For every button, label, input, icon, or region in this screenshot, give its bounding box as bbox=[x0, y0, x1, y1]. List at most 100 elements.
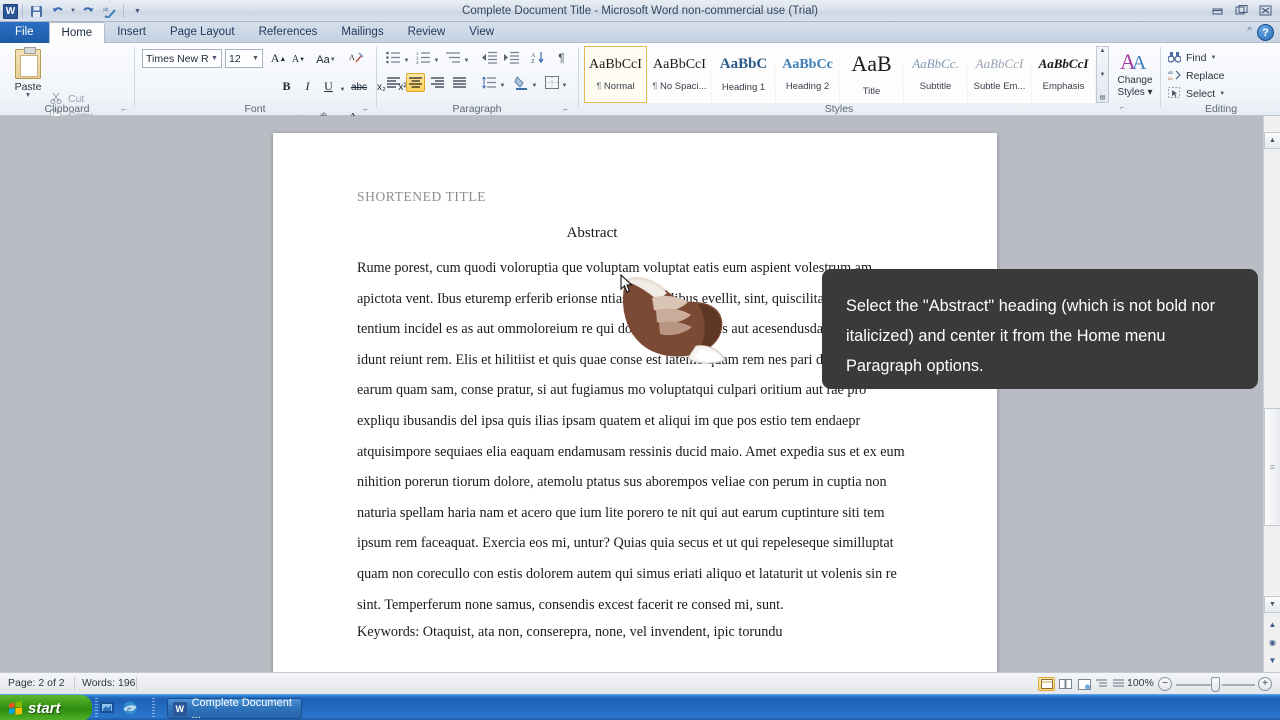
change-styles-button[interactable]: AA Change Styles ▾ bbox=[1112, 49, 1158, 98]
quicklaunch-grip-right[interactable] bbox=[152, 698, 155, 718]
vertical-scrollbar[interactable]: ▲ ▼ ▲ ◉ ▼ bbox=[1263, 116, 1280, 672]
collapse-ribbon-icon[interactable]: ^ bbox=[1247, 26, 1252, 37]
paste-button[interactable]: Paste ▼ bbox=[8, 47, 48, 103]
select-browse-object-button[interactable]: ◉ bbox=[1264, 634, 1280, 651]
next-page-button[interactable]: ▼ bbox=[1264, 652, 1280, 669]
style-heading-2[interactable]: AaBbCc Heading 2 bbox=[776, 46, 839, 103]
zoom-out-button[interactable]: − bbox=[1158, 677, 1172, 691]
style-title[interactable]: AaB Title bbox=[840, 46, 903, 103]
tab-page-layout[interactable]: Page Layout bbox=[158, 22, 247, 43]
tab-mailings[interactable]: Mailings bbox=[329, 22, 395, 43]
tab-references[interactable]: References bbox=[247, 22, 330, 43]
clear-formatting-button[interactable]: A bbox=[346, 48, 366, 69]
strikethrough-button[interactable]: abc bbox=[348, 77, 370, 98]
decrease-indent-button[interactable] bbox=[480, 48, 499, 67]
clipboard-dialog-launcher-icon[interactable]: ⌐ bbox=[121, 105, 126, 114]
paragraph-dialog-launcher-icon[interactable]: ⌐ bbox=[563, 105, 568, 114]
close-button[interactable] bbox=[1254, 2, 1276, 19]
start-button[interactable]: start bbox=[0, 695, 92, 720]
style-no-spacing[interactable]: AaBbCcI ¶ No Spaci... bbox=[648, 46, 711, 103]
abstract-heading[interactable]: Abstract bbox=[273, 225, 997, 242]
borders-chevron-down-icon[interactable]: ▼ bbox=[560, 76, 569, 95]
bullets-chevron-down-icon[interactable]: ▼ bbox=[402, 51, 411, 70]
paste-caret-icon[interactable]: ▼ bbox=[25, 92, 32, 99]
bold-button[interactable]: B bbox=[277, 76, 296, 97]
zoom-level-label[interactable]: 100% bbox=[1127, 677, 1154, 689]
styles-more-icon[interactable]: ▤ bbox=[1100, 95, 1106, 101]
style-emphasis[interactable]: AaBbCcI Emphasis bbox=[1032, 46, 1095, 103]
internet-explorer-icon[interactable]: e bbox=[122, 700, 138, 716]
view-outline-button[interactable] bbox=[1093, 677, 1110, 691]
tab-file[interactable]: File bbox=[0, 22, 49, 43]
change-case-button[interactable]: Aa ▼ bbox=[314, 49, 338, 70]
italic-button[interactable]: I bbox=[299, 76, 316, 97]
show-desktop-icon[interactable] bbox=[99, 700, 115, 716]
scrollbar-thumb[interactable] bbox=[1264, 408, 1280, 526]
styles-scroll-up-icon[interactable]: ▲ bbox=[1100, 48, 1106, 54]
align-center-button[interactable] bbox=[406, 73, 425, 92]
grow-font-button[interactable]: A ▲ bbox=[269, 48, 288, 69]
tab-view[interactable]: View bbox=[457, 22, 506, 43]
styles-dialog-launcher-icon[interactable]: ⌐ bbox=[1120, 103, 1125, 113]
zoom-slider-handle[interactable] bbox=[1211, 677, 1220, 692]
replace-button[interactable]: ab ac Replace bbox=[1168, 69, 1225, 83]
multilevel-chevron-down-icon[interactable]: ▼ bbox=[462, 51, 471, 70]
find-button[interactable]: Find ▼ bbox=[1167, 51, 1216, 65]
view-print-layout-button[interactable] bbox=[1038, 677, 1055, 691]
line-spacing-button[interactable] bbox=[480, 73, 499, 92]
style-normal[interactable]: AaBbCcI ¶ Normal bbox=[584, 46, 647, 103]
scroll-down-button[interactable]: ▼ bbox=[1264, 596, 1280, 613]
font-size-chevron-down-icon[interactable]: ▼ bbox=[249, 55, 262, 62]
numbering-chevron-down-icon[interactable]: ▼ bbox=[432, 51, 441, 70]
minimize-button[interactable] bbox=[1206, 2, 1228, 19]
styles-gallery-scrollbar[interactable]: ▲ ▼ ▤ bbox=[1096, 46, 1109, 103]
shading-button[interactable] bbox=[512, 73, 531, 92]
font-name-input[interactable]: Times New Rom ▼ bbox=[142, 49, 222, 68]
numbering-button[interactable]: 123 bbox=[414, 48, 433, 67]
help-icon[interactable]: ? bbox=[1257, 24, 1274, 41]
increase-indent-button[interactable] bbox=[502, 48, 521, 67]
quicklaunch-grip-left[interactable] bbox=[95, 698, 98, 718]
font-size-input[interactable]: 12 ▼ bbox=[225, 49, 263, 68]
view-web-layout-button[interactable] bbox=[1076, 677, 1093, 691]
font-name-chevron-down-icon[interactable]: ▼ bbox=[208, 55, 221, 62]
select-button[interactable]: Select ▼ bbox=[1168, 87, 1225, 101]
shrink-font-button[interactable]: A ▼ bbox=[290, 49, 307, 70]
styles-scroll-down-icon[interactable]: ▼ bbox=[1100, 72, 1106, 78]
taskbar-item-word[interactable]: W Complete Document ... bbox=[167, 697, 302, 720]
shading-chevron-down-icon[interactable]: ▼ bbox=[530, 76, 539, 95]
style-subtitle[interactable]: AaBbCc. Subtitle bbox=[904, 46, 967, 103]
body-line: ipsum rem faceaquat. Exercia eos mi, unt… bbox=[357, 535, 894, 552]
line-spacing-chevron-down-icon[interactable]: ▼ bbox=[498, 76, 507, 95]
ribbon-group-font: Times New Rom ▼ 12 ▼ A▲ A▼ Aa▼ A B I U ▼… bbox=[136, 43, 407, 116]
scroll-up-button[interactable]: ▲ bbox=[1264, 132, 1280, 149]
underline-chevron-down-icon[interactable]: ▼ bbox=[338, 79, 347, 100]
style-subtle-emphasis[interactable]: AaBbCcI Subtle Em... bbox=[968, 46, 1031, 103]
zoom-slider-track-right[interactable] bbox=[1222, 684, 1255, 686]
underline-button[interactable]: U bbox=[319, 76, 338, 97]
document-page[interactable]: SHORTENED TITLE Abstract Rume porest, cu… bbox=[273, 133, 997, 672]
justify-button[interactable] bbox=[450, 73, 469, 92]
page-indicator[interactable]: Page: 2 of 2 bbox=[8, 677, 65, 689]
multilevel-list-button[interactable] bbox=[444, 48, 463, 67]
bullets-button[interactable] bbox=[384, 48, 403, 67]
view-full-screen-reading-button[interactable] bbox=[1057, 677, 1074, 691]
align-left-button[interactable] bbox=[384, 73, 403, 92]
zoom-slider-track-left[interactable] bbox=[1176, 684, 1212, 686]
sort-button[interactable]: AZ bbox=[528, 48, 547, 67]
find-chevron-down-icon[interactable]: ▼ bbox=[1210, 55, 1216, 61]
tab-insert[interactable]: Insert bbox=[105, 22, 158, 43]
previous-page-button[interactable]: ▲ bbox=[1264, 616, 1280, 633]
document-canvas[interactable]: SHORTENED TITLE Abstract Rume porest, cu… bbox=[0, 116, 1280, 672]
borders-button[interactable] bbox=[542, 73, 561, 92]
word-count[interactable]: Words: 196 bbox=[82, 677, 136, 689]
style-heading-1[interactable]: AaBbC Heading 1 bbox=[712, 46, 775, 103]
select-chevron-down-icon[interactable]: ▼ bbox=[1219, 91, 1225, 97]
zoom-in-button[interactable]: + bbox=[1258, 677, 1272, 691]
align-right-button[interactable] bbox=[428, 73, 447, 92]
show-formatting-marks-button[interactable]: ¶ bbox=[552, 48, 571, 67]
restore-button[interactable] bbox=[1230, 2, 1252, 19]
tab-review[interactable]: Review bbox=[396, 22, 458, 43]
tab-home[interactable]: Home bbox=[48, 22, 106, 43]
view-draft-button[interactable] bbox=[1110, 677, 1127, 691]
